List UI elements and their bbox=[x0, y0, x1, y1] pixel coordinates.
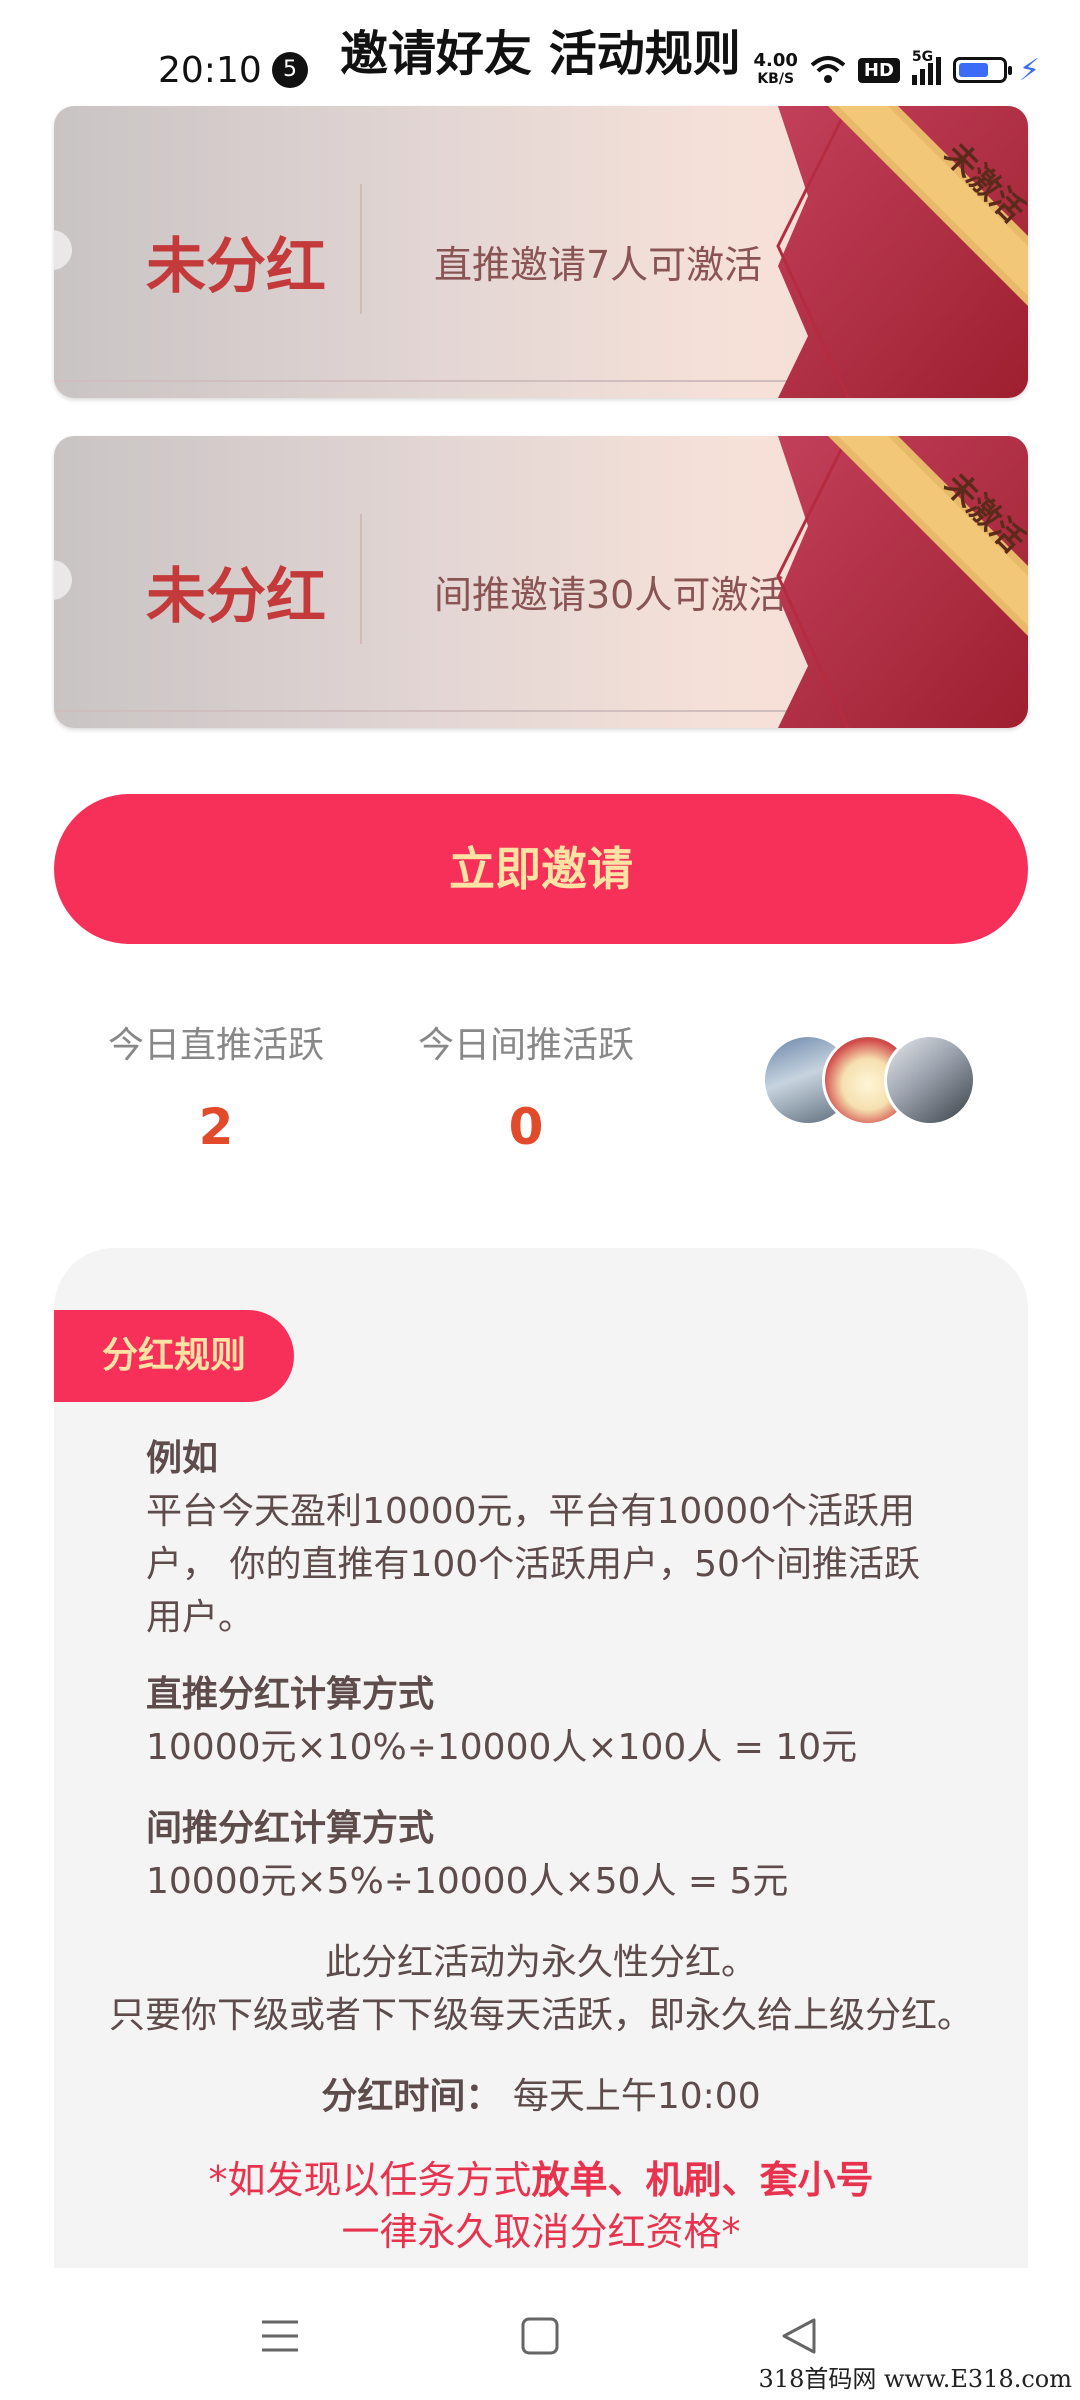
time-value: 每天上午10:00 bbox=[512, 2076, 761, 2117]
indirect-heading: 间推分红计算方式 bbox=[146, 1808, 435, 1849]
rules-tab: 分红规则 bbox=[54, 1310, 294, 1402]
net-speed: 4.00 KB/S bbox=[753, 52, 797, 88]
reward-card-indirect[interactable]: 未分红 间推邀请30人可激活 未激活 bbox=[54, 436, 1028, 728]
avatar bbox=[884, 1034, 976, 1126]
hd-icon: HD bbox=[857, 57, 900, 83]
watermark: 318首码网 www.E318.com bbox=[758, 2365, 1072, 2393]
wifi-icon bbox=[810, 56, 846, 83]
card-ribbon: 未激活 bbox=[758, 106, 1028, 398]
card-status-text: 未分红 bbox=[146, 562, 326, 632]
back-icon[interactable] bbox=[776, 2312, 824, 2360]
reward-card-direct[interactable]: 未分红 直推邀请7人可激活 未激活 bbox=[54, 106, 1028, 398]
warning-prefix: *如发现以任务方式 bbox=[208, 2158, 532, 2202]
permanent-line-2: 只要你下级或者下下级每天活跃，即永久给上级分红。 bbox=[108, 1995, 973, 2036]
rules-example: 例如 平台今天盈利10000元，平台有10000个活跃用户， 你的直推有100个… bbox=[146, 1432, 966, 1644]
rules-direct: 直推分红计算方式 10000元×10%÷10000人×100人 = 10元 bbox=[146, 1668, 966, 1774]
example-text: 平台今天盈利10000元，平台有10000个活跃用户， 你的直推有100个活跃用… bbox=[146, 1491, 920, 1638]
signal-icon: 5G bbox=[911, 49, 941, 85]
invite-now-button[interactable]: 立即邀请 bbox=[54, 794, 1028, 944]
charging-icon: ⚡ bbox=[1018, 52, 1040, 88]
card-notch bbox=[54, 230, 72, 270]
card-description: 间推邀请30人可激活 bbox=[434, 573, 787, 617]
direct-heading: 直推分红计算方式 bbox=[146, 1674, 435, 1715]
stat-indirect-active: 今日间推活跃 0 bbox=[406, 1016, 646, 1156]
battery-icon bbox=[952, 57, 1012, 83]
direct-formula: 10000元×10%÷10000人×100人 = 10元 bbox=[146, 1727, 858, 1768]
signal-label: 5G bbox=[911, 49, 934, 65]
card-divider bbox=[360, 184, 362, 314]
card-description: 直推邀请7人可激活 bbox=[434, 243, 763, 287]
invited-avatars[interactable] bbox=[762, 1034, 976, 1130]
notification-badge: 5 bbox=[272, 52, 308, 88]
stat-value: 0 bbox=[508, 1098, 544, 1156]
stat-direct-active: 今日直推活跃 2 bbox=[96, 1016, 336, 1156]
rules-indirect: 间推分红计算方式 10000元×5%÷10000人×50人 = 5元 bbox=[146, 1802, 966, 1908]
navigation-bar: 318首码网 www.E318.com bbox=[0, 2268, 1080, 2400]
warning-line-2: 一律永久取消分红资格* bbox=[341, 2210, 741, 2254]
rules-warning: *如发现以任务方式放单、机刷、套小号 一律永久取消分红资格* bbox=[54, 2154, 1028, 2258]
indirect-formula: 10000元×5%÷10000人×50人 = 5元 bbox=[146, 1861, 789, 1902]
menu-icon[interactable] bbox=[256, 2312, 304, 2360]
card-notch bbox=[54, 560, 72, 600]
rules-permanent: 此分红活动为永久性分红。 只要你下级或者下下级每天活跃，即永久给上级分红。 bbox=[54, 1936, 1028, 2042]
card-ribbon: 未激活 bbox=[758, 436, 1028, 728]
net-speed-unit: KB/S bbox=[757, 71, 795, 87]
net-speed-value: 4.00 bbox=[753, 50, 798, 71]
warning-bold: 放单、机刷、套小号 bbox=[531, 2158, 874, 2202]
home-icon[interactable] bbox=[516, 2312, 564, 2360]
card-status-text: 未分红 bbox=[146, 232, 326, 302]
status-time: 20:10 bbox=[158, 50, 262, 91]
page-title: 邀请好友 活动规则 bbox=[340, 26, 741, 82]
permanent-line-1: 此分红活动为永久性分红。 bbox=[324, 1942, 757, 1983]
stat-label: 今日直推活跃 bbox=[107, 1025, 324, 1066]
example-heading: 例如 bbox=[146, 1438, 219, 1479]
card-divider bbox=[360, 514, 362, 644]
stat-value: 2 bbox=[198, 1098, 234, 1156]
status-icons: 4.00 KB/S HD 5G ⚡ bbox=[753, 49, 1040, 90]
stat-label: 今日间推活跃 bbox=[417, 1025, 634, 1066]
time-label: 分红时间 bbox=[321, 2076, 466, 2117]
rules-time: 分红时间： 每天上午10:00 bbox=[321, 2076, 761, 2117]
